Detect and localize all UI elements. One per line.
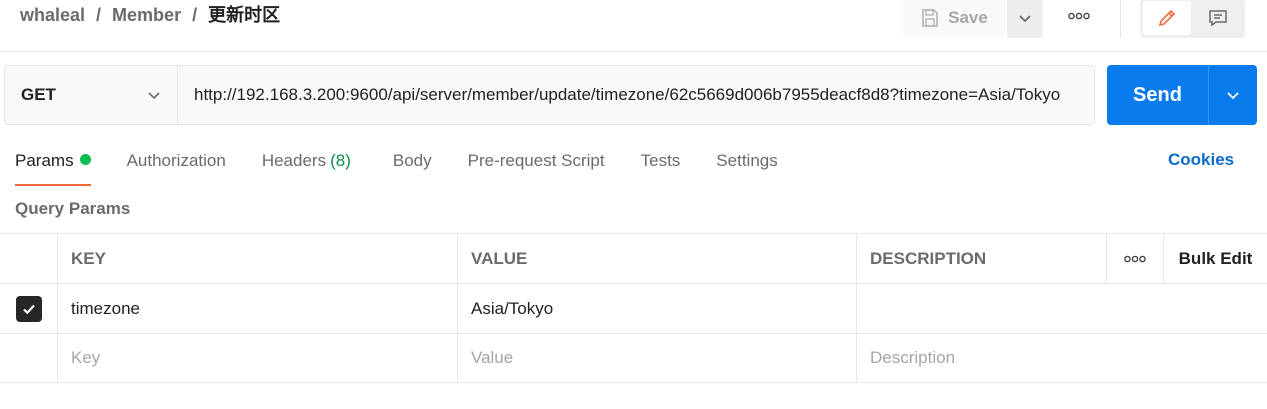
comments-mode-button[interactable]: [1194, 1, 1242, 35]
more-horizontal-icon: [1068, 12, 1090, 20]
edit-mode-button[interactable]: [1143, 1, 1191, 35]
table-header-row: KEY VALUE DESCRIPTION Bulk Edit: [0, 233, 1267, 283]
chevron-down-icon: [1019, 15, 1031, 23]
tab-label: Authorization: [126, 151, 226, 170]
method-select[interactable]: GET: [4, 65, 177, 125]
param-description-field[interactable]: [857, 284, 1267, 333]
param-value-field[interactable]: Asia/Tokyo: [458, 284, 857, 333]
save-button[interactable]: Save: [903, 0, 1005, 38]
table-row: timezone Asia/Tokyo: [0, 283, 1267, 333]
request-tabs: Params Authorization Headers (8) Body Pre…: [15, 146, 814, 186]
send-button-group: Send: [1107, 65, 1257, 125]
tab-tests[interactable]: Tests: [641, 146, 681, 176]
tab-pre-request-script[interactable]: Pre-request Script: [468, 146, 605, 176]
bulk-edit-button[interactable]: Bulk Edit: [1164, 234, 1267, 283]
new-description-field[interactable]: Description: [857, 334, 1267, 382]
comment-icon: [1209, 10, 1227, 27]
headers-count: (8): [330, 151, 351, 170]
floppy-disk-icon: [922, 9, 938, 27]
divider: [1120, 0, 1121, 38]
tab-settings[interactable]: Settings: [716, 146, 777, 176]
cookies-link[interactable]: Cookies: [1168, 150, 1234, 170]
column-header-key: KEY: [58, 234, 458, 283]
column-header-description: DESCRIPTION: [857, 234, 1107, 283]
tab-label: Settings: [716, 151, 778, 170]
method-label: GET: [21, 85, 56, 104]
new-key-field[interactable]: Key: [58, 334, 458, 382]
tab-label: Headers: [261, 151, 327, 170]
row-check-cell: [0, 334, 58, 382]
breadcrumb-separator: /: [96, 5, 102, 25]
column-options-button[interactable]: [1107, 234, 1164, 283]
breadcrumb-collection[interactable]: Member: [112, 4, 181, 26]
save-options-button[interactable]: [1007, 0, 1043, 38]
tab-headers[interactable]: Headers (8): [262, 146, 351, 176]
more-actions-button[interactable]: [1063, 4, 1095, 28]
chevron-down-icon: [1227, 92, 1239, 100]
column-header-value: VALUE: [458, 234, 857, 283]
chevron-down-icon: [148, 92, 160, 100]
query-params-table: KEY VALUE DESCRIPTION Bulk Edit timezone…: [0, 233, 1267, 383]
breadcrumb-workspace[interactable]: whaleal: [20, 4, 85, 26]
tab-body[interactable]: Body: [393, 146, 432, 176]
tab-label: Pre-request Script: [467, 151, 605, 170]
tab-authorization[interactable]: Authorization: [127, 146, 226, 176]
tab-label: Params: [15, 151, 74, 170]
checkmark-icon: [22, 304, 35, 314]
breadcrumb-request-name[interactable]: 更新时区: [208, 4, 280, 26]
pencil-icon: [1158, 9, 1176, 27]
tab-label: Body: [392, 151, 432, 170]
breadcrumb-separator: /: [192, 5, 198, 25]
tab-params[interactable]: Params: [15, 146, 91, 186]
view-mode-toggle: [1140, 0, 1245, 38]
url-text: http://192.168.3.200:9600/api/server/mem…: [194, 85, 1061, 104]
query-params-title: Query Params: [15, 199, 131, 218]
header-check-cell: [0, 234, 58, 283]
param-key-field[interactable]: timezone: [58, 284, 458, 333]
param-enabled-checkbox[interactable]: [15, 295, 42, 322]
breadcrumb: whaleal / Member / 更新时区: [20, 4, 280, 26]
send-options-button[interactable]: [1208, 65, 1257, 125]
new-value-field[interactable]: Value: [458, 334, 857, 382]
save-label: Save: [948, 8, 988, 27]
more-horizontal-icon: [1124, 255, 1146, 262]
send-button[interactable]: Send: [1107, 65, 1208, 125]
request-header: whaleal / Member / 更新时区 Save: [0, 0, 1267, 52]
tab-label: Tests: [640, 151, 681, 170]
table-row-new: Key Value Description: [0, 333, 1267, 383]
save-group: Save: [903, 0, 1043, 38]
row-check-cell: [0, 284, 58, 333]
params-active-dot-icon: [79, 154, 91, 165]
url-input[interactable]: http://192.168.3.200:9600/api/server/mem…: [177, 65, 1095, 125]
